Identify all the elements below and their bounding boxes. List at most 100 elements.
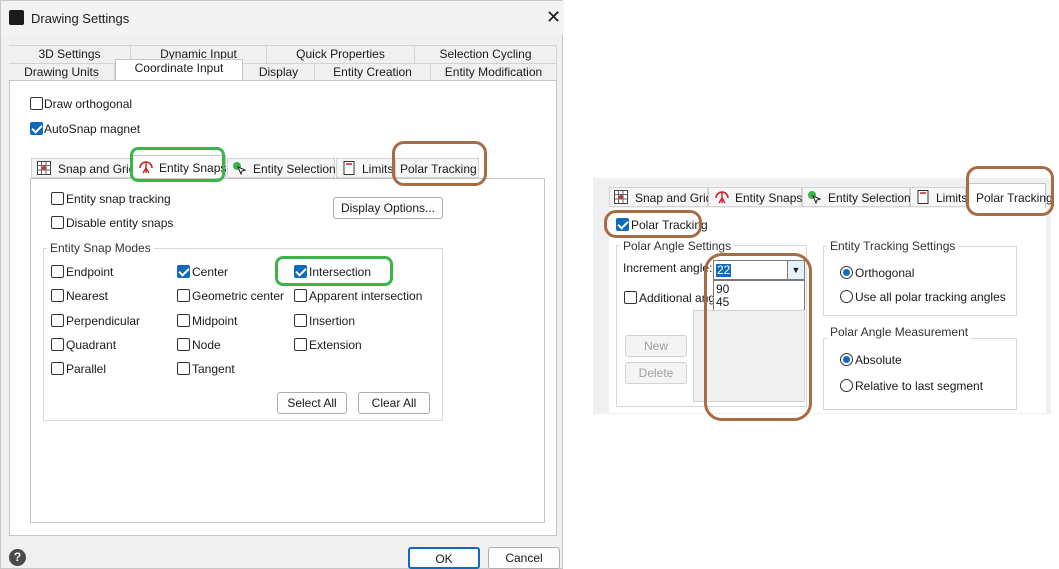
entity-selection-icon	[808, 191, 821, 204]
highlight-increment-angle-list	[704, 253, 812, 421]
help-icon[interactable]: ?	[9, 549, 26, 566]
additional-angles-label-clip: Additional angles	[639, 291, 713, 306]
tab-coordinate-input[interactable]: Coordinate Input	[115, 59, 243, 81]
orthogonal-radio[interactable]	[840, 266, 853, 279]
apparent-intersection-checkbox[interactable]	[294, 289, 307, 302]
entity-selection-icon	[233, 162, 246, 175]
polar-angle-measurement-title: Polar Angle Measurement	[827, 325, 972, 339]
tab-display[interactable]: Display	[243, 63, 315, 81]
quadrant-checkbox[interactable]	[51, 338, 64, 351]
geometric-center-checkbox[interactable]	[177, 289, 190, 302]
clear-all-button[interactable]: Clear All	[358, 392, 430, 414]
insertion-label: Insertion	[309, 314, 356, 328]
parallel-checkbox[interactable]	[51, 362, 64, 375]
close-icon[interactable]: ✕	[546, 8, 561, 26]
polar-subtab-snap-and-grid-label: Snap and Grid	[635, 191, 713, 205]
insertion-checkbox[interactable]	[294, 314, 307, 327]
subtab-entity-selection[interactable]: Entity Selection	[227, 158, 336, 178]
relative-label: Relative to last segment	[855, 379, 984, 393]
center-label: Center	[192, 265, 229, 279]
orthogonal-label: Orthogonal	[855, 266, 915, 280]
polar-angle-measurement-group	[823, 338, 1017, 410]
grid-icon	[614, 190, 628, 204]
endpoint-checkbox[interactable]	[51, 265, 64, 278]
nearest-label: Nearest	[66, 289, 109, 303]
increment-angle-label: Increment angle:	[623, 261, 713, 275]
polar-subtab-entity-snaps-label: Entity Snaps	[735, 191, 803, 205]
use-all-polar-angles-radio[interactable]	[840, 290, 853, 303]
draw-orthogonal-checkbox[interactable]	[30, 97, 43, 110]
subtab-entity-selection-label: Entity Selection	[253, 162, 336, 176]
tab-drawing-units[interactable]: Drawing Units	[9, 63, 115, 81]
tangent-checkbox[interactable]	[177, 362, 190, 375]
drawing-settings-dialog: Drawing Settings ✕ 3D Settings Dynamic I…	[0, 0, 564, 569]
polar-subtab-entity-selection[interactable]: Entity Selection	[802, 187, 911, 207]
quadrant-label: Quadrant	[66, 338, 117, 352]
extension-label: Extension	[309, 338, 362, 352]
perpendicular-label: Perpendicular	[66, 314, 141, 328]
tab-entity-creation[interactable]: Entity Creation	[315, 63, 431, 81]
new-angle-button[interactable]: New	[625, 335, 687, 357]
title-bar: Drawing Settings ✕	[1, 1, 564, 35]
highlight-polar-tracking-tab	[392, 141, 487, 186]
entity-snap-tracking-label: Entity snap tracking	[66, 192, 171, 206]
cancel-button[interactable]: Cancel	[488, 547, 560, 569]
limits-icon	[917, 190, 929, 204]
nearest-checkbox[interactable]	[51, 289, 64, 302]
relative-radio[interactable]	[840, 379, 853, 392]
disable-entity-snaps-checkbox[interactable]	[51, 216, 64, 229]
entity-snap-tracking-checkbox[interactable]	[51, 192, 64, 205]
endpoint-label: Endpoint	[66, 265, 114, 279]
tab-selection-cycling[interactable]: Selection Cycling	[415, 45, 557, 63]
absolute-label: Absolute	[855, 353, 902, 367]
center-checkbox[interactable]	[177, 265, 190, 278]
tangent-label: Tangent	[192, 362, 235, 376]
additional-angles-checkbox[interactable]	[624, 291, 637, 304]
highlight-entity-snaps	[130, 147, 225, 182]
node-label: Node	[192, 338, 221, 352]
delete-angle-button[interactable]: Delete	[625, 362, 687, 384]
polar-subtab-snap-and-grid[interactable]: Snap and Grid	[609, 187, 712, 207]
subtab-limits[interactable]: Limits	[336, 158, 394, 178]
highlight-polar-tracking-subtab	[966, 166, 1054, 216]
ok-button[interactable]: OK	[408, 547, 480, 569]
polar-subtab-limits-label: Limits	[936, 191, 968, 205]
perpendicular-checkbox[interactable]	[51, 314, 64, 327]
disable-entity-snaps-label: Disable entity snaps	[66, 216, 174, 230]
apparent-intersection-label: Apparent intersection	[309, 289, 423, 303]
subtab-snap-and-grid-label: Snap and Grid	[58, 162, 136, 176]
dialog-title: Drawing Settings	[31, 11, 130, 26]
entity-tracking-settings-title: Entity Tracking Settings	[827, 239, 959, 253]
extension-checkbox[interactable]	[294, 338, 307, 351]
polar-subtab-limits[interactable]: Limits	[910, 187, 968, 207]
absolute-radio[interactable]	[840, 353, 853, 366]
entity-tracking-settings-group	[823, 246, 1017, 316]
tab-3d-settings[interactable]: 3D Settings	[9, 45, 131, 63]
grid-icon	[37, 161, 51, 175]
subtab-limits-label: Limits	[362, 162, 394, 176]
midpoint-label: Midpoint	[192, 314, 238, 328]
parallel-label: Parallel	[66, 362, 107, 376]
use-all-polar-angles-label: Use all polar tracking angles	[855, 290, 1006, 304]
polar-subtab-entity-snaps[interactable]: Entity Snaps	[708, 187, 802, 207]
node-checkbox[interactable]	[177, 338, 190, 351]
geometric-center-label: Geometric center	[192, 289, 285, 303]
autosnap-magnet-checkbox[interactable]	[30, 122, 43, 135]
polar-subtab-entity-selection-label: Entity Selection	[828, 191, 911, 205]
display-options-button[interactable]: Display Options...	[333, 197, 443, 219]
tab-quick-properties[interactable]: Quick Properties	[267, 45, 415, 63]
polar-angle-settings-title: Polar Angle Settings	[620, 239, 735, 253]
highlight-intersection	[275, 256, 393, 286]
tab-entity-modification[interactable]: Entity Modification	[431, 63, 557, 81]
limits-icon	[343, 161, 355, 175]
entity-snap-icon	[715, 191, 729, 204]
entity-snap-modes-title: Entity Snap Modes	[47, 241, 154, 255]
draw-orthogonal-label: Draw orthogonal	[44, 97, 133, 111]
midpoint-checkbox[interactable]	[177, 314, 190, 327]
select-all-button[interactable]: Select All	[277, 392, 347, 414]
highlight-polar-tracking-checkbox	[604, 210, 702, 238]
autosnap-magnet-label: AutoSnap magnet	[44, 122, 141, 136]
subtab-snap-and-grid[interactable]: Snap and Grid	[31, 158, 135, 178]
additional-angles-label: Additional angles	[639, 291, 713, 305]
app-icon	[9, 10, 24, 25]
